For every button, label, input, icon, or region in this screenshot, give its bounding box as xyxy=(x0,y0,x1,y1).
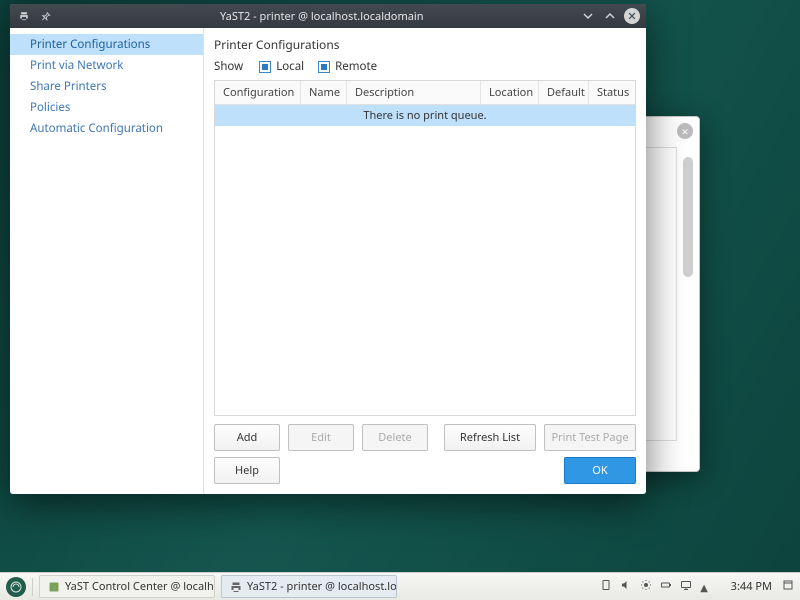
sidebar-item-share-printers[interactable]: Share Printers xyxy=(10,76,203,97)
delete-button[interactable]: Delete xyxy=(362,424,428,451)
sidebar-item-label: Share Printers xyxy=(30,79,107,94)
clock[interactable]: 3:44 PM xyxy=(716,579,772,594)
system-tray: ▲ 3:44 PM xyxy=(600,579,794,595)
sidebar: Printer Configurations Print via Network… xyxy=(10,28,204,494)
dialog-row: Help OK xyxy=(214,457,636,484)
panel-heading: Printer Configurations xyxy=(214,36,636,53)
checkbox-box-icon xyxy=(259,61,271,73)
empty-queue-message: There is no print queue. xyxy=(215,105,635,126)
task-label: YaST Control Center @ localhost.lo... xyxy=(65,579,215,594)
table-header: Configuration Name Description Location … xyxy=(215,81,635,105)
checkbox-box-icon xyxy=(318,61,330,73)
window-content: Printer Configurations Print via Network… xyxy=(10,28,646,494)
sidebar-item-label: Printer Configurations xyxy=(30,37,150,52)
scrollbar-thumb[interactable] xyxy=(683,157,693,277)
tray-expander-icon[interactable]: ▲ xyxy=(700,580,708,594)
table-body xyxy=(215,126,635,415)
window-title: YaST2 - printer @ localhost.localdomain xyxy=(60,9,574,24)
checkbox-local[interactable]: Local xyxy=(259,59,304,74)
printer-icon xyxy=(230,581,242,593)
sidebar-item-label: Policies xyxy=(30,100,70,115)
col-configuration[interactable]: Configuration xyxy=(215,81,301,104)
col-default[interactable]: Default xyxy=(539,81,589,104)
main-panel: Printer Configurations Show Local Remote… xyxy=(204,28,646,494)
battery-icon[interactable] xyxy=(660,579,672,595)
app-icon xyxy=(48,581,60,593)
refresh-button[interactable]: Refresh List xyxy=(444,424,536,451)
col-status[interactable]: Status xyxy=(589,81,635,104)
volume-icon[interactable] xyxy=(620,579,632,595)
brightness-icon[interactable] xyxy=(640,579,652,595)
titlebar[interactable]: YaST2 - printer @ localhost.localdomain … xyxy=(10,4,646,28)
print-test-button[interactable]: Print Test Page xyxy=(544,424,636,451)
sidebar-item-label: Automatic Configuration xyxy=(30,121,163,136)
col-location[interactable]: Location xyxy=(481,81,539,104)
maximize-button[interactable] xyxy=(602,8,618,24)
taskbar-divider xyxy=(32,578,33,596)
task-yast-control-center[interactable]: YaST Control Center @ localhost.lo... xyxy=(39,575,215,598)
network-icon[interactable] xyxy=(680,579,692,595)
close-button[interactable]: ✕ xyxy=(624,8,640,24)
show-label: Show xyxy=(214,59,243,74)
col-description[interactable]: Description xyxy=(347,81,481,104)
checkbox-label: Remote xyxy=(335,59,377,74)
printer-icon xyxy=(16,8,32,24)
sidebar-item-automatic-configuration[interactable]: Automatic Configuration xyxy=(10,118,203,139)
close-icon[interactable]: ✕ xyxy=(677,123,693,139)
action-row: Add Edit Delete Refresh List Print Test … xyxy=(214,424,636,451)
sidebar-item-label: Print via Network xyxy=(30,58,123,73)
show-desktop-button[interactable] xyxy=(782,579,794,595)
edit-button[interactable]: Edit xyxy=(288,424,354,451)
task-label: YaST2 - printer @ localhost.localdo... xyxy=(247,579,397,594)
clipboard-icon[interactable] xyxy=(600,579,612,595)
col-name[interactable]: Name xyxy=(301,81,347,104)
sidebar-item-policies[interactable]: Policies xyxy=(10,97,203,118)
yast-printer-window: YaST2 - printer @ localhost.localdomain … xyxy=(10,4,646,494)
printer-table: Configuration Name Description Location … xyxy=(214,80,636,416)
help-button[interactable]: Help xyxy=(214,457,280,484)
task-yast-printer[interactable]: YaST2 - printer @ localhost.localdo... xyxy=(221,575,397,598)
pin-icon[interactable] xyxy=(38,8,54,24)
sidebar-item-print-via-network[interactable]: Print via Network xyxy=(10,55,203,76)
taskbar: YaST Control Center @ localhost.lo... Ya… xyxy=(0,572,800,600)
add-button[interactable]: Add xyxy=(214,424,280,451)
sidebar-item-printer-configurations[interactable]: Printer Configurations xyxy=(10,34,203,55)
filter-row: Show Local Remote xyxy=(214,59,636,74)
checkbox-label: Local xyxy=(276,59,304,74)
start-menu-button[interactable] xyxy=(6,577,26,597)
minimize-button[interactable] xyxy=(580,8,596,24)
ok-button[interactable]: OK xyxy=(564,457,636,484)
checkbox-remote[interactable]: Remote xyxy=(318,59,377,74)
